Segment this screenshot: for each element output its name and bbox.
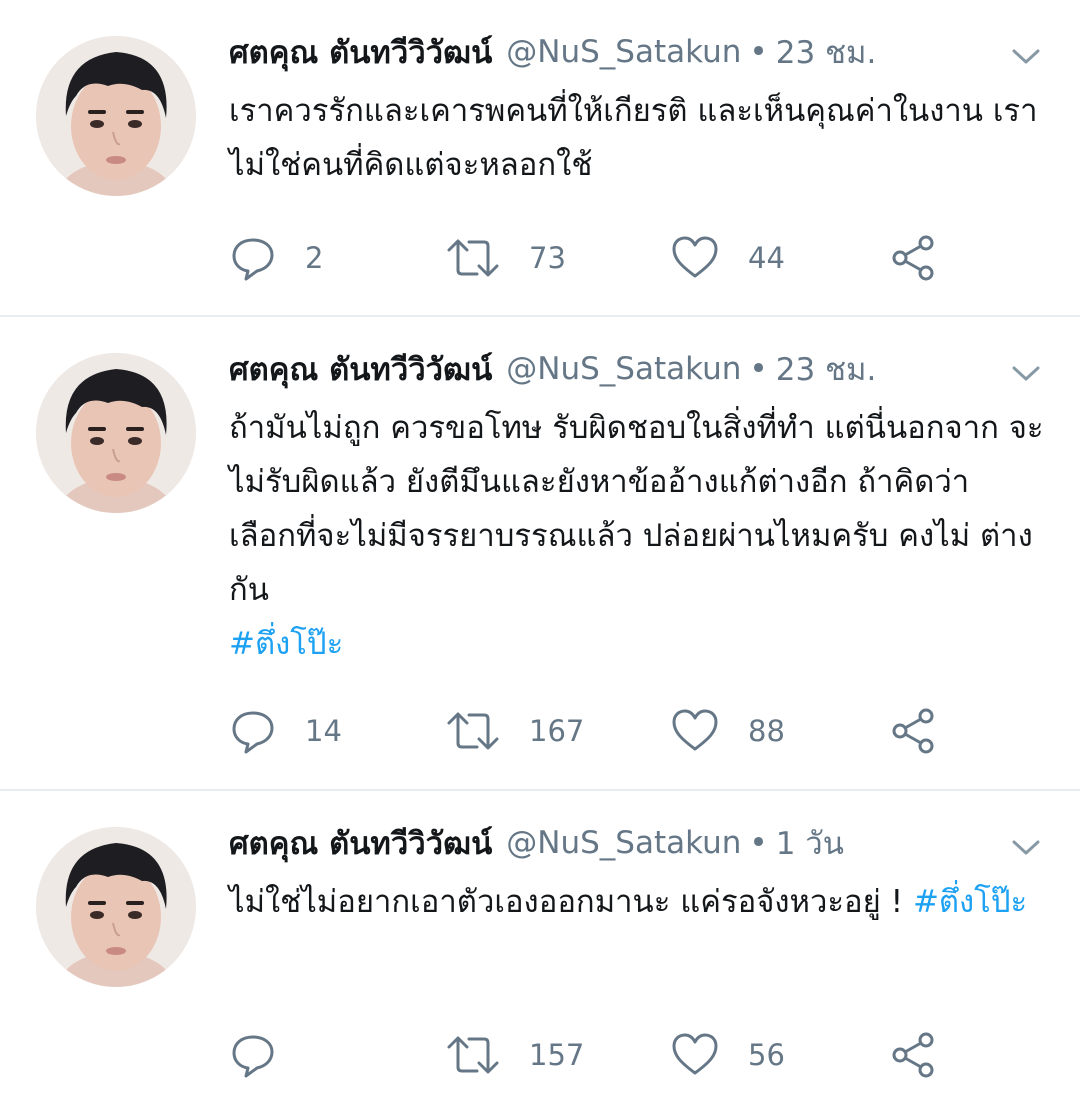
reply-icon [232, 711, 274, 754]
like-icon [672, 236, 718, 278]
chevron-down-icon[interactable] [1008, 361, 1044, 385]
reply-button[interactable]: 2 [229, 230, 323, 286]
avatar-image [36, 827, 196, 987]
like-button[interactable]: 56 [670, 1027, 785, 1083]
like-icon [672, 709, 718, 751]
tweet-timestamp[interactable]: 1 วัน [776, 818, 844, 868]
chevron-down-icon[interactable] [1008, 835, 1044, 859]
tweet[interactable]: ศตคุณ ตันทวีวิวัฒน์ @NuS_Satakun • 23 ชม… [0, 317, 1080, 791]
reply-button[interactable] [229, 1027, 305, 1083]
retweet-count: 73 [529, 241, 566, 275]
reply-count: 14 [305, 714, 342, 748]
share-icon [892, 708, 934, 754]
reply-button[interactable]: 14 [229, 703, 342, 759]
retweet-icon [447, 239, 499, 277]
avatar-image [36, 353, 196, 513]
tweet-text: เราควรรักและเคารพคนที่ให้เกียรติ และเห็น… [229, 84, 1044, 192]
tweet-text-content: เราควรรักและเคารพคนที่ให้เกียรติ และเห็น… [229, 93, 1038, 183]
tweet-header: ศตคุณ ตันทวีวิวัฒน์ @NuS_Satakun • 23 ชม… [229, 28, 876, 76]
avatar[interactable] [36, 353, 196, 513]
retweet-icon [447, 1036, 499, 1074]
tweet-timestamp[interactable]: 23 ชม. [776, 27, 877, 77]
retweet-count: 157 [529, 1038, 585, 1072]
hashtag-link[interactable]: #ตึ่งโป๊ะ [229, 626, 343, 662]
share-icon [892, 1032, 934, 1078]
tweet[interactable]: ศตคุณ ตันทวีวิวัฒน์ @NuS_Satakun • 23 ชม… [0, 0, 1080, 317]
tweet-text-content: ถ้ามันไม่ถูก ควรขอโทษ รับผิดชอบในสิ่งที่… [229, 410, 1044, 608]
avatar-image [36, 36, 196, 196]
retweet-count: 167 [529, 714, 585, 748]
tweet-actions: 157 56 [229, 1027, 989, 1083]
like-icon [672, 1033, 718, 1075]
retweet-button[interactable]: 167 [445, 703, 584, 759]
reply-icon [232, 238, 274, 281]
retweet-button[interactable]: 157 [445, 1027, 584, 1083]
avatar[interactable] [36, 36, 196, 196]
tweet-actions: 14 167 88 [229, 703, 989, 759]
like-button[interactable]: 88 [670, 703, 785, 759]
chevron-down-icon[interactable] [1008, 44, 1044, 68]
tweet-feed: ศตคุณ ตันทวีวิวัฒน์ @NuS_Satakun • 23 ชม… [0, 0, 1080, 1114]
tweet-header: ศตคุณ ตันทวีวิวัฒน์ @NuS_Satakun • 1 วัน [229, 819, 844, 867]
avatar[interactable] [36, 827, 196, 987]
author-handle[interactable]: @NuS_Satakun [506, 34, 741, 70]
separator-dot: • [749, 34, 768, 70]
tweet-timestamp[interactable]: 23 ชม. [776, 344, 877, 394]
retweet-button[interactable]: 73 [445, 230, 566, 286]
tweet-text: ถ้ามันไม่ถูก ควรขอโทษ รับผิดชอบในสิ่งที่… [229, 401, 1044, 671]
share-button[interactable] [890, 703, 938, 759]
like-count: 44 [748, 241, 785, 275]
share-button[interactable] [890, 230, 938, 286]
like-count: 56 [748, 1038, 785, 1072]
reply-icon [232, 1035, 274, 1078]
tweet[interactable]: ศตคุณ ตันทวีวิวัฒน์ @NuS_Satakun • 1 วัน… [0, 791, 1080, 1114]
tweet-text-content: ไม่ใช่ไม่อยากเอาตัวเองออกมานะ แค่รอจังหว… [229, 884, 913, 920]
share-button[interactable] [890, 1027, 938, 1083]
author-name[interactable]: ศตคุณ ตันทวีวิวัฒน์ [229, 818, 492, 868]
author-name[interactable]: ศตคุณ ตันทวีวิวัฒน์ [229, 344, 492, 394]
separator-dot: • [749, 825, 768, 861]
share-icon [892, 235, 934, 281]
retweet-icon [447, 712, 499, 750]
separator-dot: • [749, 351, 768, 387]
hashtag-link[interactable]: #ตึ่งโป๊ะ [913, 884, 1027, 920]
like-count: 88 [748, 714, 785, 748]
tweet-actions: 2 73 44 [229, 230, 989, 286]
author-handle[interactable]: @NuS_Satakun [506, 351, 741, 387]
tweet-header: ศตคุณ ตันทวีวิวัฒน์ @NuS_Satakun • 23 ชม… [229, 345, 876, 393]
tweet-text: ไม่ใช่ไม่อยากเอาตัวเองออกมานะ แค่รอจังหว… [229, 875, 1044, 929]
author-name[interactable]: ศตคุณ ตันทวีวิวัฒน์ [229, 27, 492, 77]
like-button[interactable]: 44 [670, 230, 785, 286]
author-handle[interactable]: @NuS_Satakun [506, 825, 741, 861]
reply-count: 2 [305, 241, 324, 275]
